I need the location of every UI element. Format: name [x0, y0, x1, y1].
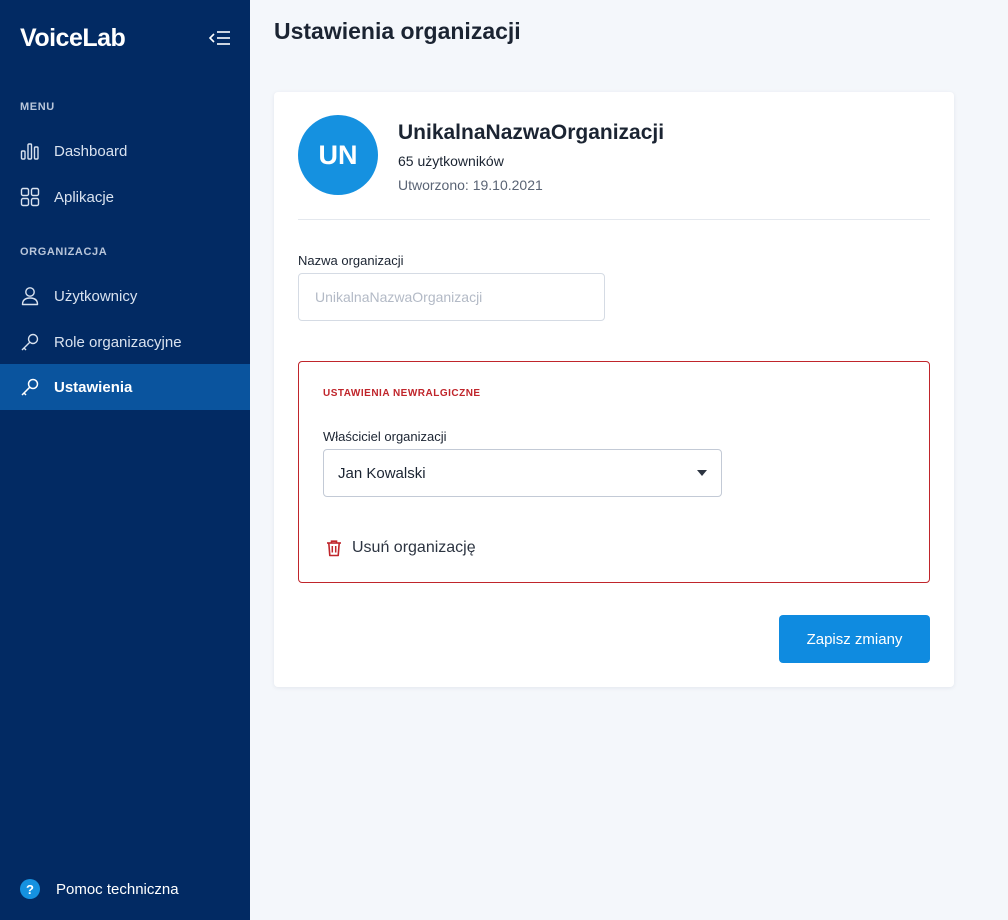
user-icon: [20, 286, 40, 306]
organization-section-label: ORGANIZACJA: [20, 246, 108, 258]
sidebar-item-label: Role organizacyjne: [54, 333, 182, 351]
menu-section-label: MENU: [20, 101, 55, 113]
key-icon: [20, 332, 40, 352]
delete-organization-button[interactable]: Usuń organizację: [325, 539, 476, 557]
sidebar-item-settings[interactable]: Ustawienia: [0, 364, 250, 410]
avatar: UN: [298, 115, 378, 195]
danger-zone: USTAWIENIA NEWRALGICZNE Właściciel organ…: [298, 361, 930, 583]
collapse-menu-button[interactable]: [208, 28, 232, 48]
user-count: 65 użytkowników: [398, 153, 504, 169]
page-title: Ustawienia organizacji: [274, 18, 521, 44]
danger-zone-title: USTAWIENIA NEWRALGICZNE: [323, 388, 481, 399]
logo[interactable]: VoiceLab: [20, 24, 126, 53]
owner-label: Właściciel organizacji: [323, 429, 447, 444]
sidebar-item-applications[interactable]: Aplikacje: [0, 174, 250, 220]
sidebar-item-roles[interactable]: Role organizacyjne: [0, 319, 250, 365]
bar-chart-icon: [20, 141, 40, 161]
save-button[interactable]: Zapisz zmiany: [779, 615, 930, 663]
sidebar-item-dashboard[interactable]: Dashboard: [0, 128, 250, 174]
help-icon: ?: [20, 879, 40, 899]
key-icon: [20, 377, 40, 397]
sidebar-item-users[interactable]: Użytkownicy: [0, 273, 250, 319]
collapse-menu-icon: [208, 31, 230, 45]
chevron-down-icon: [697, 470, 707, 476]
sidebar-item-label: Dashboard: [54, 142, 128, 160]
trash-icon: [325, 539, 343, 557]
sidebar-item-label: Aplikacje: [54, 188, 115, 206]
divider: [298, 219, 930, 220]
sidebar-item-label: Ustawienia: [54, 378, 133, 396]
organization-name: UnikalnaNazwaOrganizacji: [398, 121, 665, 144]
sidebar-item-label: Użytkownicy: [54, 287, 138, 305]
settings-card: UN UnikalnaNazwaOrganizacji 65 użytkowni…: [274, 92, 954, 687]
created-date: Utworzono: 19.10.2021: [398, 177, 543, 193]
sidebar: VoiceLab MENU Dashboard Aplikacje ORGANI…: [0, 0, 250, 920]
owner-select[interactable]: Jan Kowalski: [323, 449, 722, 497]
grid-icon: [20, 187, 40, 207]
organization-name-label: Nazwa organizacji: [298, 253, 404, 268]
help-label: Pomoc techniczna: [56, 880, 179, 898]
organization-name-input[interactable]: [298, 273, 605, 321]
delete-organization-label: Usuń organizację: [352, 539, 476, 556]
owner-selected-value: Jan Kowalski: [338, 464, 426, 482]
help-link[interactable]: ? Pomoc techniczna: [20, 879, 179, 899]
